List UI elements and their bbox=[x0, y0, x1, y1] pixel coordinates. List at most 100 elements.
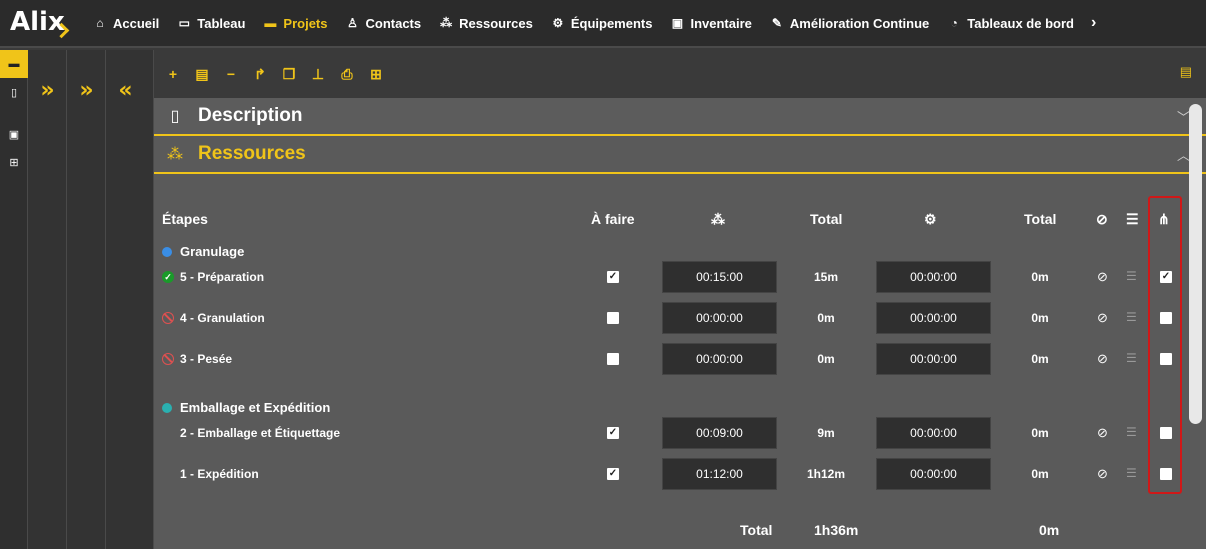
link-checkbox[interactable] bbox=[1160, 312, 1172, 324]
tasks-icon: ☰ bbox=[1126, 211, 1139, 227]
folder-open-icon[interactable]: ▬ bbox=[0, 50, 28, 78]
time-input-resources[interactable]: 00:15:00 bbox=[662, 261, 777, 293]
file-icon[interactable]: ▯ bbox=[0, 78, 28, 106]
a-faire-checkbox[interactable]: ✓ bbox=[607, 271, 619, 283]
expand-chevron-icon[interactable]: » bbox=[28, 78, 67, 103]
total-equipment: 0m bbox=[1031, 352, 1049, 366]
link-checkbox[interactable] bbox=[1160, 427, 1172, 439]
time-input-equipment[interactable]: 00:00:00 bbox=[876, 302, 991, 334]
collapse-chevron-icon[interactable]: « bbox=[106, 78, 145, 103]
toolbar: + ▤ − ↱ ❐ ⊥ ⎙ ⊞ ▤ bbox=[154, 50, 1206, 98]
header-total-1: Total bbox=[810, 211, 843, 227]
nav-item-contacts[interactable]: ♙ Contacts bbox=[337, 0, 431, 47]
nav-item-ressources[interactable]: ⁂ Ressources bbox=[430, 0, 542, 47]
paperclip-icon[interactable]: ⊘ bbox=[1097, 351, 1108, 367]
paperclip-icon[interactable]: ⊘ bbox=[1097, 466, 1108, 482]
description-section-header[interactable]: ▯ Description ﹀ bbox=[154, 98, 1206, 136]
nav-item-label: Tableau bbox=[197, 15, 246, 31]
nav-item-projets[interactable]: ▬ Projets bbox=[254, 0, 336, 47]
tasks-icon[interactable]: ☰ bbox=[1126, 310, 1137, 324]
print-icon[interactable]: ⎙ bbox=[336, 63, 358, 85]
top-navigation: Alix ⌂ Accueil ▭ Tableau ▬ Projets ♙ Contacts ⁂ R… bbox=[0, 0, 1206, 48]
group-header: Emballage et Expédition bbox=[162, 400, 330, 415]
tasks-icon[interactable]: ☰ bbox=[1126, 351, 1137, 365]
expand-chevron-icon[interactable]: » bbox=[67, 78, 106, 103]
check-circle-icon: ✓ bbox=[162, 271, 174, 283]
time-input-resources[interactable]: 01:12:00 bbox=[662, 458, 777, 490]
a-faire-checkbox[interactable]: ✓ bbox=[607, 468, 619, 480]
dolly-icon[interactable]: ⊞ bbox=[0, 148, 28, 176]
nav-more-chevron-icon[interactable]: › bbox=[1083, 14, 1104, 32]
time-input-equipment[interactable]: 00:00:00 bbox=[876, 417, 991, 449]
ban-icon bbox=[162, 353, 174, 365]
box-icon[interactable]: ▣ bbox=[0, 120, 28, 148]
total-resources: 0m bbox=[817, 311, 835, 325]
step-row-label: ✓ 5 - Préparation bbox=[162, 270, 264, 284]
nav-item-tableaux-de-bord[interactable]: ◔ Tableaux de bord bbox=[938, 0, 1083, 47]
share-icon[interactable]: ↱ bbox=[249, 63, 271, 85]
a-faire-checkbox[interactable] bbox=[607, 353, 619, 365]
folder-open-icon: ▬ bbox=[264, 16, 277, 30]
footer-total-label: Total bbox=[740, 522, 773, 538]
add-icon[interactable]: + bbox=[162, 63, 184, 85]
tasks-icon[interactable]: ☰ bbox=[1126, 269, 1137, 283]
nav-item-accueil[interactable]: ⌂ Accueil bbox=[84, 0, 168, 47]
ressources-section-header[interactable]: ⁂ Ressources ︿ bbox=[154, 136, 1206, 174]
left-sidebar: ▬ ▯ ▣ ⊞ bbox=[0, 50, 28, 549]
paperclip-icon[interactable]: ⊘ bbox=[1097, 425, 1108, 441]
a-faire-checkbox[interactable] bbox=[607, 312, 619, 324]
footer-total-2: 0m bbox=[1039, 522, 1060, 538]
link-checkbox[interactable] bbox=[1160, 353, 1172, 365]
a-faire-checkbox[interactable]: ✓ bbox=[607, 427, 619, 439]
time-input-resources[interactable]: 00:09:00 bbox=[662, 417, 777, 449]
total-equipment: 0m bbox=[1031, 311, 1049, 325]
header-a-faire: À faire bbox=[591, 211, 635, 227]
paperclip-icon[interactable]: ⊘ bbox=[1097, 269, 1108, 285]
minus-icon[interactable]: − bbox=[220, 63, 242, 85]
nav-item-label: Tableaux de bord bbox=[967, 15, 1074, 31]
magic-wand-icon: ✎ bbox=[771, 16, 782, 30]
no-status-icon bbox=[162, 427, 174, 439]
monitor-icon: ▭ bbox=[178, 16, 190, 30]
group-dot bbox=[162, 246, 172, 257]
time-input-equipment[interactable]: 00:00:00 bbox=[876, 261, 991, 293]
time-input-equipment[interactable]: 00:00:00 bbox=[876, 458, 991, 490]
nav-item-inventaire[interactable]: ▣ Inventaire bbox=[661, 0, 760, 47]
paperclip-icon[interactable]: ⊘ bbox=[1097, 310, 1108, 326]
time-input-equipment[interactable]: 00:00:00 bbox=[876, 343, 991, 375]
group-dot bbox=[162, 402, 172, 413]
step-row-label: 2 - Emballage et Étiquettage bbox=[162, 426, 340, 440]
app-logo[interactable]: Alix bbox=[0, 0, 84, 47]
users-icon: ⁂ bbox=[167, 146, 183, 163]
scrollbar[interactable] bbox=[1189, 104, 1202, 424]
nav-item-équipements[interactable]: ⚙ Équipements bbox=[542, 0, 662, 47]
group-name: Emballage et Expédition bbox=[180, 400, 331, 415]
collapsed-panel-1: » bbox=[28, 50, 67, 549]
total-resources: 0m bbox=[817, 352, 835, 366]
main-panel: + ▤ − ↱ ❐ ⊥ ⎙ ⊞ ▤ ▯ Description ﹀ ⁂ Ress… bbox=[154, 50, 1206, 549]
nav-item-tableau[interactable]: ▭ Tableau bbox=[168, 0, 254, 47]
keyboard-icon[interactable]: ▤ bbox=[191, 63, 213, 85]
boxes-icon: ▣ bbox=[671, 16, 684, 30]
link-checkbox[interactable] bbox=[1160, 468, 1172, 480]
tasks-icon[interactable]: ☰ bbox=[1126, 466, 1137, 480]
step-label: 3 - Pesée bbox=[180, 352, 233, 366]
nav-item-label: Équipements bbox=[570, 15, 653, 31]
section-title: Description bbox=[198, 105, 303, 126]
copy-icon[interactable]: ❐ bbox=[278, 63, 300, 85]
total-resources: 9m bbox=[817, 426, 835, 440]
step-label: 4 - Granulation bbox=[180, 311, 265, 325]
total-equipment: 0m bbox=[1031, 467, 1049, 481]
nav-item-amélioration-continue[interactable]: ✎ Amélioration Continue bbox=[761, 0, 938, 47]
total-resources: 1h12m bbox=[806, 467, 846, 481]
paperclip-icon: ⊘ bbox=[1096, 211, 1108, 227]
link-checkbox[interactable]: ✓ bbox=[1160, 271, 1172, 283]
time-input-resources[interactable]: 00:00:00 bbox=[662, 302, 777, 334]
id-card-icon[interactable]: ▤ bbox=[1180, 64, 1192, 80]
total-resources: 15m bbox=[813, 270, 839, 284]
tasks-icon[interactable]: ☰ bbox=[1126, 425, 1137, 439]
sitemap-icon[interactable]: ⊥ bbox=[307, 63, 329, 85]
dolly-icon[interactable]: ⊞ bbox=[365, 63, 387, 85]
step-row-label: 4 - Granulation bbox=[162, 311, 265, 325]
time-input-resources[interactable]: 00:00:00 bbox=[662, 343, 777, 375]
